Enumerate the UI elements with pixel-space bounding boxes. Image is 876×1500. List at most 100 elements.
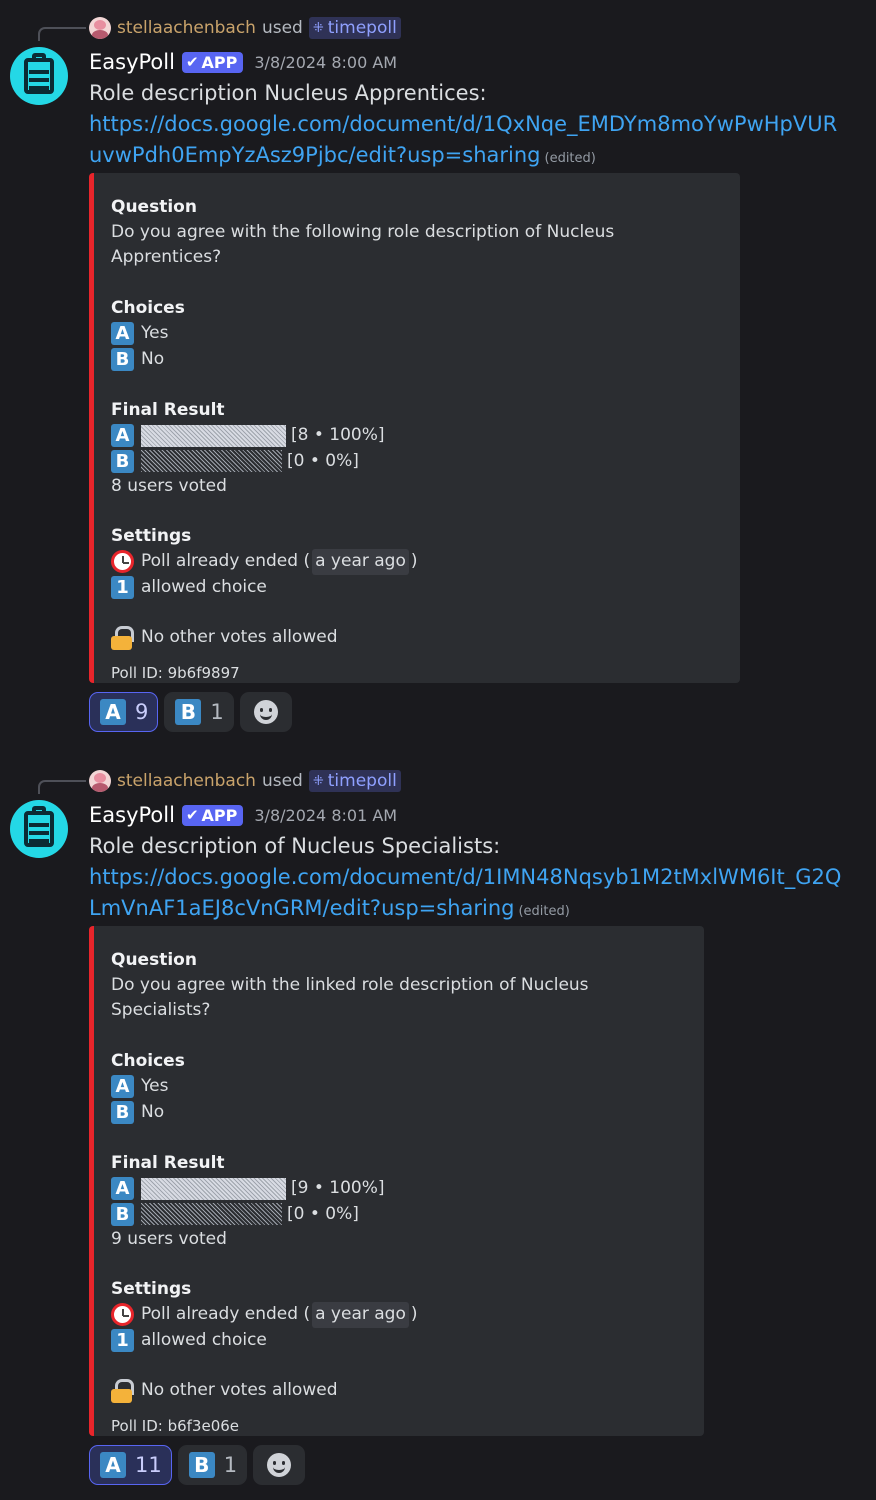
ended-prefix: Poll already ended (: [141, 551, 311, 571]
settings-allowed: 1 allowed choice: [111, 1328, 684, 1354]
app-badge: ✔ APP: [181, 51, 244, 73]
command-mention[interactable]: ⁜ timepoll: [308, 17, 401, 39]
document-link[interactable]: https://docs.google.com/document/d/1IMN4…: [89, 865, 841, 920]
reply-username[interactable]: stellaachenbach: [117, 18, 256, 38]
result-label: [0 • 0%]: [287, 1203, 359, 1224]
result-bar: [141, 1203, 282, 1226]
author-name[interactable]: EasyPoll: [89, 803, 175, 827]
regional-indicator-a-icon: A: [111, 1075, 134, 1099]
poll-embed: Question Do you agree with the following…: [89, 173, 740, 683]
result-label: [8 • 100%]: [291, 425, 385, 445]
lock-icon: [111, 1378, 134, 1403]
regional-indicator-b-icon: B: [188, 1452, 215, 1478]
reaction-a-button[interactable]: A9: [89, 692, 159, 732]
add-reaction-button[interactable]: [239, 692, 292, 732]
question-label: Question: [111, 950, 197, 970]
choice-item: B No: [111, 347, 720, 373]
settings-allowed: 1 allowed choice: [111, 575, 720, 601]
choice-item: A Yes: [111, 1074, 684, 1100]
choice-text: No: [141, 1101, 165, 1122]
reply-used-text: used: [261, 18, 303, 38]
choice-item: A Yes: [111, 321, 720, 347]
smile-icon: [267, 1453, 292, 1477]
result-bar: [141, 424, 286, 447]
question-label: Question: [111, 197, 197, 217]
voters-count: 9 users voted: [111, 1229, 227, 1249]
result-bar: [141, 450, 282, 473]
reaction-b-button[interactable]: B1: [177, 1445, 248, 1485]
reply-used-text: used: [261, 771, 303, 791]
regional-indicator-a-icon: A: [111, 322, 134, 346]
result-row: A [9 • 100%]: [111, 1176, 684, 1202]
choices-label: Choices: [111, 1051, 185, 1071]
result-label: [0 • 0%]: [287, 450, 359, 471]
allowed-text: allowed choice: [141, 1329, 267, 1350]
regional-indicator-a-icon: A: [111, 424, 134, 448]
lock-text: No other votes allowed: [141, 1380, 338, 1400]
lock-icon: [111, 625, 134, 650]
bot-avatar-clipboard-icon[interactable]: [10, 47, 68, 105]
app-badge-label: APP: [201, 52, 238, 72]
result-bar: [141, 1177, 286, 1200]
alarm-clock-icon: [111, 550, 134, 574]
command-mention[interactable]: ⁜ timepoll: [308, 770, 401, 792]
lock-text: No other votes allowed: [141, 627, 338, 647]
document-link[interactable]: https://docs.google.com/document/d/1QxNq…: [89, 112, 837, 167]
choice-text: Yes: [141, 1076, 169, 1096]
settings-lock: No other votes allowed: [111, 1378, 684, 1404]
relative-time[interactable]: a year ago: [312, 549, 409, 575]
reply-username[interactable]: stellaachenbach: [117, 771, 256, 791]
smile-icon: [253, 700, 278, 724]
reaction-bar: A 11 B1: [89, 1445, 306, 1485]
author-name[interactable]: EasyPoll: [89, 50, 175, 74]
reply-context[interactable]: stellaachenbach used ⁜ timepoll: [89, 14, 401, 42]
question-text: Do you agree with the linked role descri…: [111, 975, 589, 1020]
verified-check-icon: ✔: [185, 53, 199, 71]
timestamp[interactable]: 3/8/2024 8:01 AM: [254, 806, 397, 825]
regional-indicator-b-icon: B: [111, 1202, 134, 1226]
message-title: Role description Nucleus Apprentices:: [89, 81, 487, 105]
ended-prefix: Poll already ended (: [141, 1304, 311, 1324]
settings-ended: Poll already ended (a year ago): [111, 1302, 684, 1328]
result-row: B [0 • 0%]: [111, 1202, 684, 1228]
voters-count: 8 users voted: [111, 476, 227, 496]
final-result-label: Final Result: [111, 1153, 225, 1173]
command-name: timepoll: [327, 18, 397, 38]
message-header: EasyPoll ✔ APP 3/8/2024 8:01 AM: [89, 800, 397, 830]
verified-check-icon: ✔: [185, 806, 199, 824]
reaction-a-button[interactable]: A 11: [89, 1445, 172, 1485]
ended-suffix: ): [410, 1304, 418, 1324]
bot-avatar-clipboard-icon[interactable]: [10, 800, 68, 858]
settings-lock: No other votes allowed: [111, 625, 720, 651]
edited-label: (edited): [518, 904, 570, 919]
regional-indicator-b-icon: B: [111, 449, 134, 473]
alarm-clock-icon: [111, 1303, 134, 1327]
keycap-one-icon: 1: [111, 1328, 134, 1352]
regional-indicator-a-icon: A: [111, 1177, 134, 1201]
regional-indicator-a-icon: A: [100, 699, 126, 725]
relative-time[interactable]: a year ago: [312, 1302, 409, 1328]
poll-id: Poll ID: b6f3e06e: [111, 1416, 240, 1435]
reaction-count: 1: [210, 700, 224, 724]
final-result-label: Final Result: [111, 400, 225, 420]
reply-context[interactable]: stellaachenbach used ⁜ timepoll: [89, 767, 401, 795]
question-text: Do you agree with the following role des…: [111, 222, 615, 267]
app-badge: ✔ APP: [181, 804, 244, 826]
user-avatar-icon[interactable]: [89, 17, 111, 39]
reply-connector: [38, 780, 86, 794]
regional-indicator-a-icon: A: [100, 1452, 126, 1478]
user-avatar-icon[interactable]: [89, 770, 111, 792]
allowed-text: allowed choice: [141, 576, 267, 597]
choice-item: B No: [111, 1100, 684, 1126]
add-reaction-button[interactable]: [253, 1445, 306, 1485]
reaction-count: 1: [223, 1453, 238, 1477]
slash-command-icon: ⁜: [312, 773, 324, 789]
reaction-b-button[interactable]: B1: [164, 692, 234, 732]
settings-label: Settings: [111, 526, 192, 546]
result-label: [9 • 100%]: [291, 1178, 385, 1198]
poll-id: Poll ID: 9b6f9897: [111, 663, 240, 682]
timestamp[interactable]: 3/8/2024 8:00 AM: [254, 53, 397, 72]
keycap-one-icon: 1: [111, 575, 134, 599]
reaction-count: 11: [135, 1453, 162, 1477]
ended-suffix: ): [410, 551, 418, 571]
